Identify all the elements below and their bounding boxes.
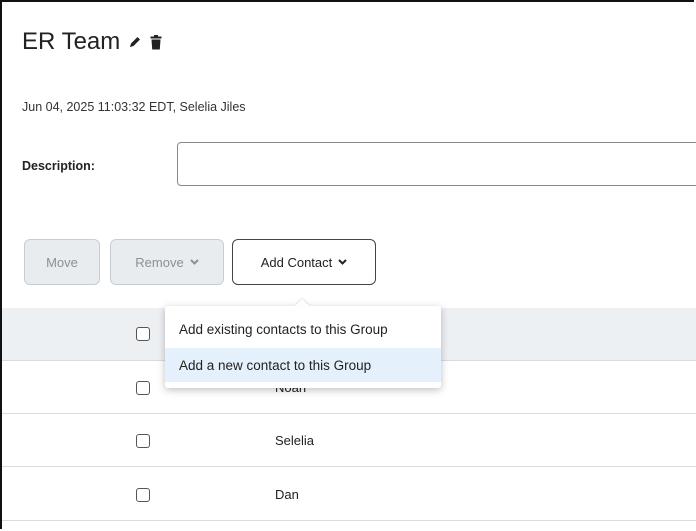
table-row: Dan xyxy=(2,468,696,521)
menu-item-add-new-contact[interactable]: Add a new contact to this Group xyxy=(165,348,441,382)
contact-name[interactable]: Dan xyxy=(275,487,299,502)
description-input[interactable] xyxy=(177,142,696,186)
page-title: ER Team xyxy=(22,28,121,55)
chevron-down-icon xyxy=(338,259,347,265)
add-contact-button[interactable]: Add Contact xyxy=(232,239,376,285)
select-all-checkbox[interactable] xyxy=(136,327,150,341)
description-label: Description: xyxy=(22,159,95,173)
chevron-down-icon xyxy=(189,259,199,265)
move-button[interactable]: Move xyxy=(24,239,100,285)
add-contact-button-label: Add Contact xyxy=(260,254,333,270)
pencil-icon[interactable] xyxy=(128,35,142,49)
table-row: Selelia xyxy=(2,414,696,467)
contact-name[interactable]: Selelia xyxy=(275,433,314,448)
modified-info: Jun 04, 2025 11:03:32 EDT, Selelia Jiles xyxy=(22,100,246,114)
trash-icon[interactable] xyxy=(150,34,162,50)
menu-item-add-existing-contacts[interactable]: Add existing contacts to this Group xyxy=(165,312,441,346)
row-checkbox[interactable] xyxy=(136,488,150,502)
row-checkbox[interactable] xyxy=(136,381,150,395)
move-button-label: Move xyxy=(46,254,78,270)
remove-button[interactable]: Remove xyxy=(110,239,224,285)
add-contact-dropdown: Add existing contacts to this Group Add … xyxy=(165,306,441,388)
row-checkbox[interactable] xyxy=(136,434,150,448)
group-header: ER Team xyxy=(22,28,162,56)
remove-button-label: Remove xyxy=(135,254,184,270)
